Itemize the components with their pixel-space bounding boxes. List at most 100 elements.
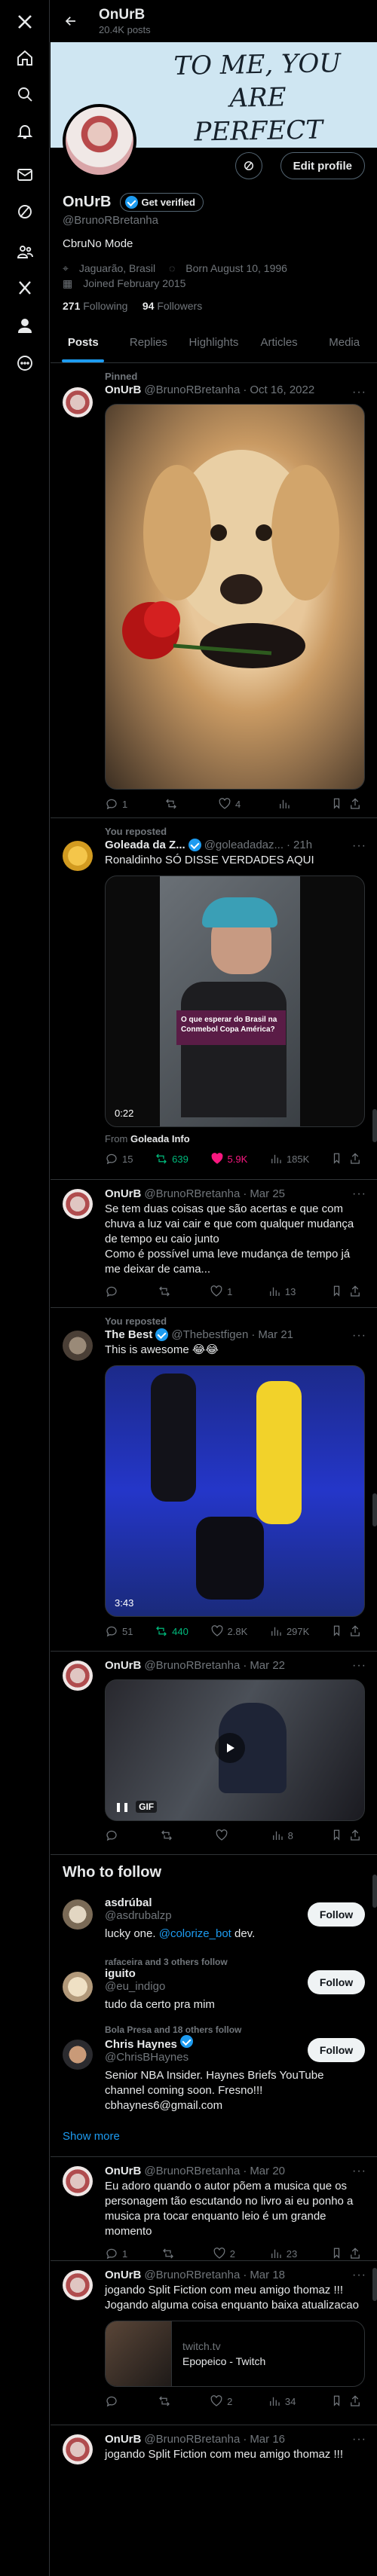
bookmark-share-buttons[interactable] (331, 1152, 362, 1166)
pause-icon[interactable]: ❚❚ (115, 1801, 130, 1812)
like-button[interactable]: 1 (210, 1285, 232, 1298)
profile-avatar[interactable] (63, 104, 136, 178)
tweet-video[interactable]: 3:43 (105, 1365, 365, 1617)
tweet-gif-media[interactable]: ❚❚ GIF (105, 1679, 365, 1821)
from-source[interactable]: From Goleada Info (105, 1133, 365, 1144)
author-name[interactable]: OnUrB (105, 1659, 141, 1672)
avatar[interactable] (63, 2434, 93, 2464)
premium-x-icon[interactable] (12, 275, 38, 301)
tweet-time[interactable]: Oct 16, 2022 (250, 383, 314, 396)
tweet-time[interactable]: Mar 21 (258, 1328, 293, 1341)
author-handle[interactable]: @Thebestfigen (171, 1328, 248, 1341)
bookmark-share-buttons[interactable] (331, 1829, 362, 1842)
author-handle[interactable]: @BrunoRBretanha (144, 2269, 240, 2281)
tweet-text-post[interactable]: ··· OnUrB @BrunoRBretanha · Mar 25 Se tem d… (51, 1180, 377, 1308)
bookmark-share-buttons[interactable] (331, 1285, 362, 1298)
tweet-time[interactable]: 21h (293, 839, 312, 851)
author-name[interactable]: OnUrB (105, 1187, 141, 1200)
bookmark-share-buttons[interactable] (331, 2394, 362, 2408)
views-button[interactable]: 297K (269, 1624, 309, 1638)
views-button[interactable]: 23 (269, 2247, 297, 2260)
bookmark-share-buttons[interactable] (331, 1624, 362, 1638)
views-button[interactable]: 185K (269, 1152, 309, 1166)
retweet-button[interactable] (160, 1829, 177, 1842)
like-button[interactable]: 5.9K (210, 1152, 247, 1166)
bell-icon[interactable] (12, 118, 38, 144)
edit-profile-button[interactable]: Edit profile (280, 152, 365, 179)
retweet-button[interactable] (158, 2394, 175, 2408)
like-button[interactable]: 2.8K (210, 1624, 247, 1638)
home-icon[interactable] (12, 45, 38, 71)
tab-articles[interactable]: Articles (247, 322, 312, 362)
author-name[interactable]: OnUrB (105, 383, 141, 396)
reply-button[interactable] (105, 1829, 122, 1842)
search-icon[interactable] (12, 81, 38, 107)
retweet-button[interactable] (164, 797, 182, 811)
tab-media[interactable]: Media (311, 322, 377, 362)
tweet-time[interactable]: Mar 25 (250, 1187, 285, 1200)
tweet-video[interactable]: O que esperar do Brasil na Conmebol Copa… (105, 875, 365, 1127)
tweet-text-post[interactable]: ··· OnUrB @BrunoRBretanha · Mar 16 jogando … (51, 2425, 377, 2486)
reply-button[interactable]: 51 (105, 1624, 133, 1638)
views-button[interactable]: 13 (268, 1285, 296, 1298)
tweet-time[interactable]: Mar 18 (250, 2269, 285, 2281)
author-name[interactable]: The Best (105, 1328, 152, 1341)
more-options-icon[interactable]: ··· (352, 2269, 366, 2282)
avatar[interactable] (63, 1331, 93, 1361)
like-button[interactable]: 2 (213, 2247, 235, 2260)
author-handle[interactable]: @BrunoRBretanha (144, 2165, 240, 2177)
grok-analyze-button[interactable] (235, 152, 262, 179)
tab-replies[interactable]: Replies (116, 322, 182, 362)
reply-button[interactable] (105, 2394, 122, 2408)
tweet-time[interactable]: Mar 20 (250, 2165, 285, 2177)
like-button[interactable]: 2 (210, 2394, 232, 2408)
following-link[interactable]: 271 Following (63, 300, 127, 312)
show-more-link[interactable]: Show more (51, 2121, 377, 2146)
tweet-image[interactable] (105, 404, 365, 790)
author-handle[interactable]: @BrunoRBretanha (144, 2433, 240, 2446)
avatar[interactable] (63, 1899, 93, 1930)
avatar[interactable] (63, 2166, 93, 2196)
follow-button[interactable]: Follow (308, 2038, 365, 2062)
link-card[interactable]: twitch.tv Epopeico - Twitch (105, 2321, 365, 2387)
views-button[interactable]: 34 (268, 2394, 296, 2408)
tweet-link-card[interactable]: ··· OnUrB @BrunoRBretanha · Mar 18 jogando … (51, 2261, 377, 2425)
tab-posts[interactable]: Posts (51, 322, 116, 362)
like-button[interactable] (215, 1829, 232, 1842)
back-arrow-icon[interactable] (60, 10, 82, 32)
bio-mention-link[interactable]: @colorize_bot (159, 1927, 231, 1940)
suggested-user[interactable]: Bola Presa and 18 others follow Chris Ha… (51, 2020, 377, 2121)
reply-button[interactable]: 1 (105, 2247, 127, 2260)
play-icon[interactable] (215, 1733, 245, 1763)
tweet-time[interactable]: Mar 16 (250, 2433, 285, 2446)
followers-link[interactable]: 94 Followers (143, 300, 202, 312)
more-options-icon[interactable]: ··· (352, 2165, 366, 2178)
author-name[interactable]: OnUrB (105, 2433, 141, 2446)
retweet-button[interactable] (161, 2247, 179, 2260)
scrollbar-thumb[interactable] (372, 1109, 377, 1142)
tweet-repost-thebest[interactable]: You reposted ··· The Best @Thebestfigen · M… (51, 1308, 377, 1652)
bookmark-share-buttons[interactable] (331, 797, 362, 811)
author-handle[interactable]: @goleadadaz... (204, 839, 284, 851)
tweet-repost-goleada[interactable]: You reposted ··· Goleada da Z... @goleada… (51, 818, 377, 1180)
mail-icon[interactable] (12, 162, 38, 188)
views-button[interactable]: 8 (271, 1829, 293, 1842)
bookmark-share-buttons[interactable] (331, 2247, 362, 2260)
suggested-user[interactable]: asdrúbal @asdrubalzp lucky one. @coloriz… (51, 1892, 377, 1952)
avatar[interactable] (63, 1661, 93, 1691)
avatar[interactable] (63, 387, 93, 417)
avatar[interactable] (63, 1972, 93, 2002)
author-name[interactable]: OnUrB (105, 2269, 141, 2281)
communities-icon[interactable] (12, 239, 38, 264)
scrollbar-thumb[interactable] (372, 1493, 377, 1526)
more-options-icon[interactable]: ··· (352, 1329, 366, 1343)
follow-button[interactable]: Follow (308, 1902, 365, 1927)
more-icon[interactable] (12, 350, 38, 376)
like-button[interactable]: 4 (218, 797, 241, 811)
profile-icon[interactable] (12, 313, 38, 338)
retweet-button[interactable]: 639 (155, 1152, 188, 1166)
author-handle[interactable]: @BrunoRBretanha (144, 1187, 240, 1200)
avatar[interactable] (63, 2270, 93, 2300)
follow-button[interactable]: Follow (308, 1970, 365, 1994)
tab-highlights[interactable]: Highlights (181, 322, 247, 362)
